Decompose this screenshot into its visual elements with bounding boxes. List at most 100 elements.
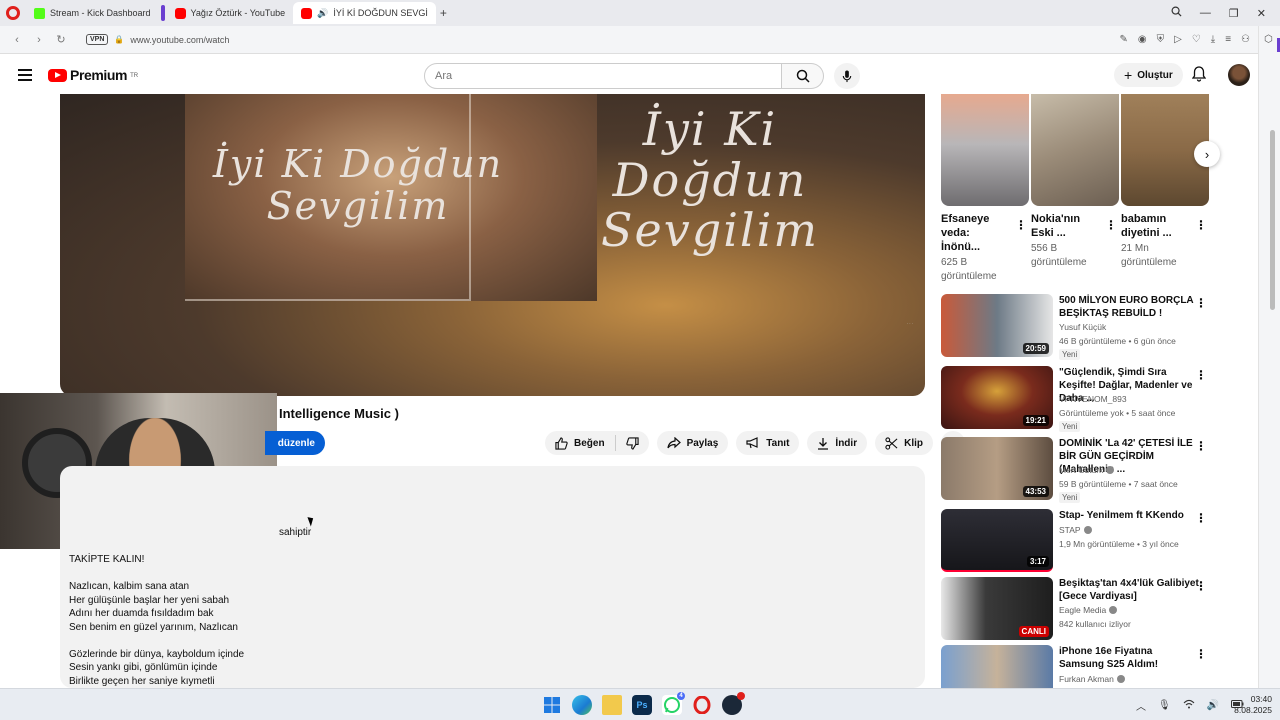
video-thumbnail[interactable]: CANLI [941, 577, 1053, 640]
menu-icon[interactable]: ≡ [1225, 34, 1231, 45]
video-title[interactable]: iPhone 16e Fiyatına Samsung S25 Aldım! [1059, 645, 1199, 671]
short-title[interactable]: babamın diyetini ... [1121, 212, 1191, 240]
channel-name[interactable]: Mert Öztürk [1059, 465, 1115, 475]
vpn-badge[interactable]: VPN [86, 34, 109, 45]
video-meta: 59 B görüntüleme • 7 saat önce [1059, 479, 1178, 489]
more-vertical-icon[interactable]: ⋮ [1195, 647, 1207, 661]
dislike-button[interactable] [616, 431, 649, 455]
recommended-video[interactable]: 43:53 DOMİNİK 'La 42' ÇETESİ İLE BİR GÜN… [941, 437, 1221, 503]
channel-name[interactable]: VPNVENOM_893 [1059, 394, 1127, 404]
video-player[interactable]: İyi Ki Doğdun Sevgilim İyi Ki Doğdun Sev… [60, 94, 925, 396]
page-scrollbar[interactable] [1270, 130, 1275, 310]
url-field[interactable]: www.youtube.com/watch [130, 35, 229, 45]
short-thumbnail[interactable] [1031, 94, 1119, 206]
channel-name[interactable]: Eagle Media [1059, 605, 1118, 615]
region-code: TR [130, 73, 139, 79]
channel-name[interactable]: STAP [1059, 525, 1092, 535]
shield-icon[interactable]: ⛨ [1157, 34, 1165, 45]
edge-browser-icon[interactable] [572, 695, 592, 715]
back-icon[interactable]: ‹ [8, 34, 26, 46]
short-thumbnail[interactable] [941, 94, 1029, 206]
video-thumbnail[interactable]: 3:17 [941, 509, 1053, 572]
tab-current-video[interactable]: 🔊 İYİ Kİ DOĞDUN SEVGİ [293, 2, 436, 24]
clip-button[interactable]: Klip [875, 431, 933, 455]
video-thumbnail[interactable]: 19:21 [941, 366, 1053, 429]
video-overlay-text-right: İyi Ki Doğdun Sevgilim [601, 102, 819, 258]
video-thumbnail[interactable]: 43:53 [941, 437, 1053, 500]
volume-icon[interactable]: 🔊 [1207, 700, 1219, 711]
speaker-icon[interactable]: 🔊 [317, 8, 328, 19]
hamburger-menu-icon[interactable] [18, 69, 32, 81]
system-clock[interactable]: 03:40 8.08.2025 [1232, 694, 1272, 716]
account-icon[interactable]: ⚇ [1241, 34, 1250, 45]
video-title[interactable]: 500 MİLYON EURO BORÇLA BEŞİKTAŞ REBUİLD … [1059, 294, 1199, 320]
download-button[interactable]: İndir [807, 431, 868, 455]
more-vertical-icon[interactable]: ⋮ [1195, 218, 1207, 232]
recommended-video[interactable]: 19:21 "Güçlendik, Şimdi Sıra Keşifte! Da… [941, 366, 1221, 432]
close-icon[interactable]: ✕ [1257, 7, 1266, 20]
edit-video-button[interactable]: düzenle [265, 431, 325, 455]
restore-icon[interactable]: ❐ [1229, 7, 1239, 20]
youtube-logo[interactable]: Premium TR [48, 67, 138, 83]
promote-button[interactable]: Tanıt [736, 431, 800, 455]
download-label: İndir [835, 437, 858, 449]
forward-icon[interactable]: › [30, 34, 48, 46]
notifications-bell-icon[interactable] [1191, 66, 1207, 87]
video-thumbnail[interactable] [941, 645, 1053, 688]
tab-search-icon[interactable] [1171, 6, 1182, 20]
whatsapp-icon[interactable]: 4 [662, 692, 685, 715]
short-item[interactable]: Nokia'nın Eski ... 556 B görüntüleme ⋮ [1031, 94, 1119, 270]
more-vertical-icon[interactable]: ⋮ [1195, 368, 1207, 382]
short-title[interactable]: Nokia'nın Eski ... [1031, 212, 1101, 240]
more-vertical-icon[interactable]: ⋮ [1105, 218, 1117, 232]
minimize-icon[interactable]: — [1200, 7, 1211, 19]
user-avatar[interactable] [1228, 64, 1250, 86]
tab-youtube-channel[interactable]: Yağız Öztürk - YouTube [167, 2, 294, 24]
tab-kick-dashboard[interactable]: Stream - Kick Dashboard [26, 2, 159, 24]
channel-label: Eagle Media [1059, 605, 1107, 615]
windows-start-icon[interactable] [542, 695, 562, 715]
reload-icon[interactable]: ↻ [52, 33, 70, 46]
video-thumbnail[interactable]: 20:59 [941, 294, 1053, 357]
chevron-up-icon[interactable]: ︿ [1136, 698, 1146, 713]
play-icon[interactable]: ▷ [1174, 34, 1182, 45]
new-tab-icon[interactable]: + [440, 7, 452, 19]
camera-icon[interactable]: ◉ [1138, 34, 1147, 45]
photoshop-icon[interactable]: Ps [632, 695, 652, 715]
opera-logo-icon[interactable] [6, 6, 20, 20]
short-title[interactable]: Efsaneye veda: İnönü... [941, 212, 1011, 254]
channel-name[interactable]: Yusuf Küçük [1059, 322, 1106, 332]
download-icon[interactable]: ⤓ [1211, 34, 1215, 45]
microphone-icon[interactable]: 🎙 [1158, 700, 1171, 711]
file-explorer-icon[interactable] [602, 695, 622, 715]
short-item[interactable]: Efsaneye veda: İnönü... 625 B görüntülem… [941, 94, 1029, 284]
search-bar [424, 63, 860, 89]
short-item[interactable]: babamın diyetini ... 21 Mn görüntüleme ⋮ [1121, 94, 1209, 270]
more-vertical-icon[interactable]: ⋮ [1195, 579, 1207, 593]
lock-icon[interactable]: 🔒 [114, 35, 124, 44]
search-input[interactable] [424, 63, 782, 89]
create-button[interactable]: + Oluştur [1114, 63, 1183, 87]
like-button[interactable]: Beğen [545, 431, 615, 455]
recommended-video[interactable]: 20:59 500 MİLYON EURO BORÇLA BEŞİKTAŞ RE… [941, 294, 1221, 360]
opera-icon[interactable] [692, 695, 712, 715]
voice-search-button[interactable] [834, 63, 860, 89]
video-title[interactable]: Beşiktaş'tan 4x4'lük Galibiyet [Gece Var… [1059, 577, 1199, 603]
channel-name[interactable]: Furkan Akman [1059, 674, 1125, 684]
video-title[interactable]: Stap- Yenilmem ft KKendo [1059, 509, 1199, 522]
recommended-video[interactable]: iPhone 16e Fiyatına Samsung S25 Aldım! F… [941, 645, 1221, 688]
more-vertical-icon[interactable]: ⋮ [1195, 511, 1207, 525]
search-button[interactable] [782, 63, 824, 89]
recommended-video[interactable]: CANLI Beşiktaş'tan 4x4'lük Galibiyet [Ge… [941, 577, 1221, 641]
extensions-icon[interactable]: ⬡ [1264, 34, 1273, 45]
steam-icon[interactable] [722, 692, 745, 715]
shorts-next-button[interactable]: › [1194, 141, 1220, 167]
more-vertical-icon[interactable]: ⋮ [1195, 296, 1207, 310]
more-vertical-icon[interactable]: ⋮ [1195, 439, 1207, 453]
wifi-icon[interactable] [1183, 699, 1195, 712]
share-button[interactable]: Paylaş [656, 431, 729, 455]
more-vertical-icon[interactable]: ⋮ [1015, 218, 1027, 232]
edit-icon[interactable]: ✎ [1119, 34, 1127, 45]
recommended-video[interactable]: 3:17 Stap- Yenilmem ft KKendo STAP 1,9 M… [941, 509, 1221, 573]
heart-icon[interactable]: ♡ [1192, 34, 1201, 45]
